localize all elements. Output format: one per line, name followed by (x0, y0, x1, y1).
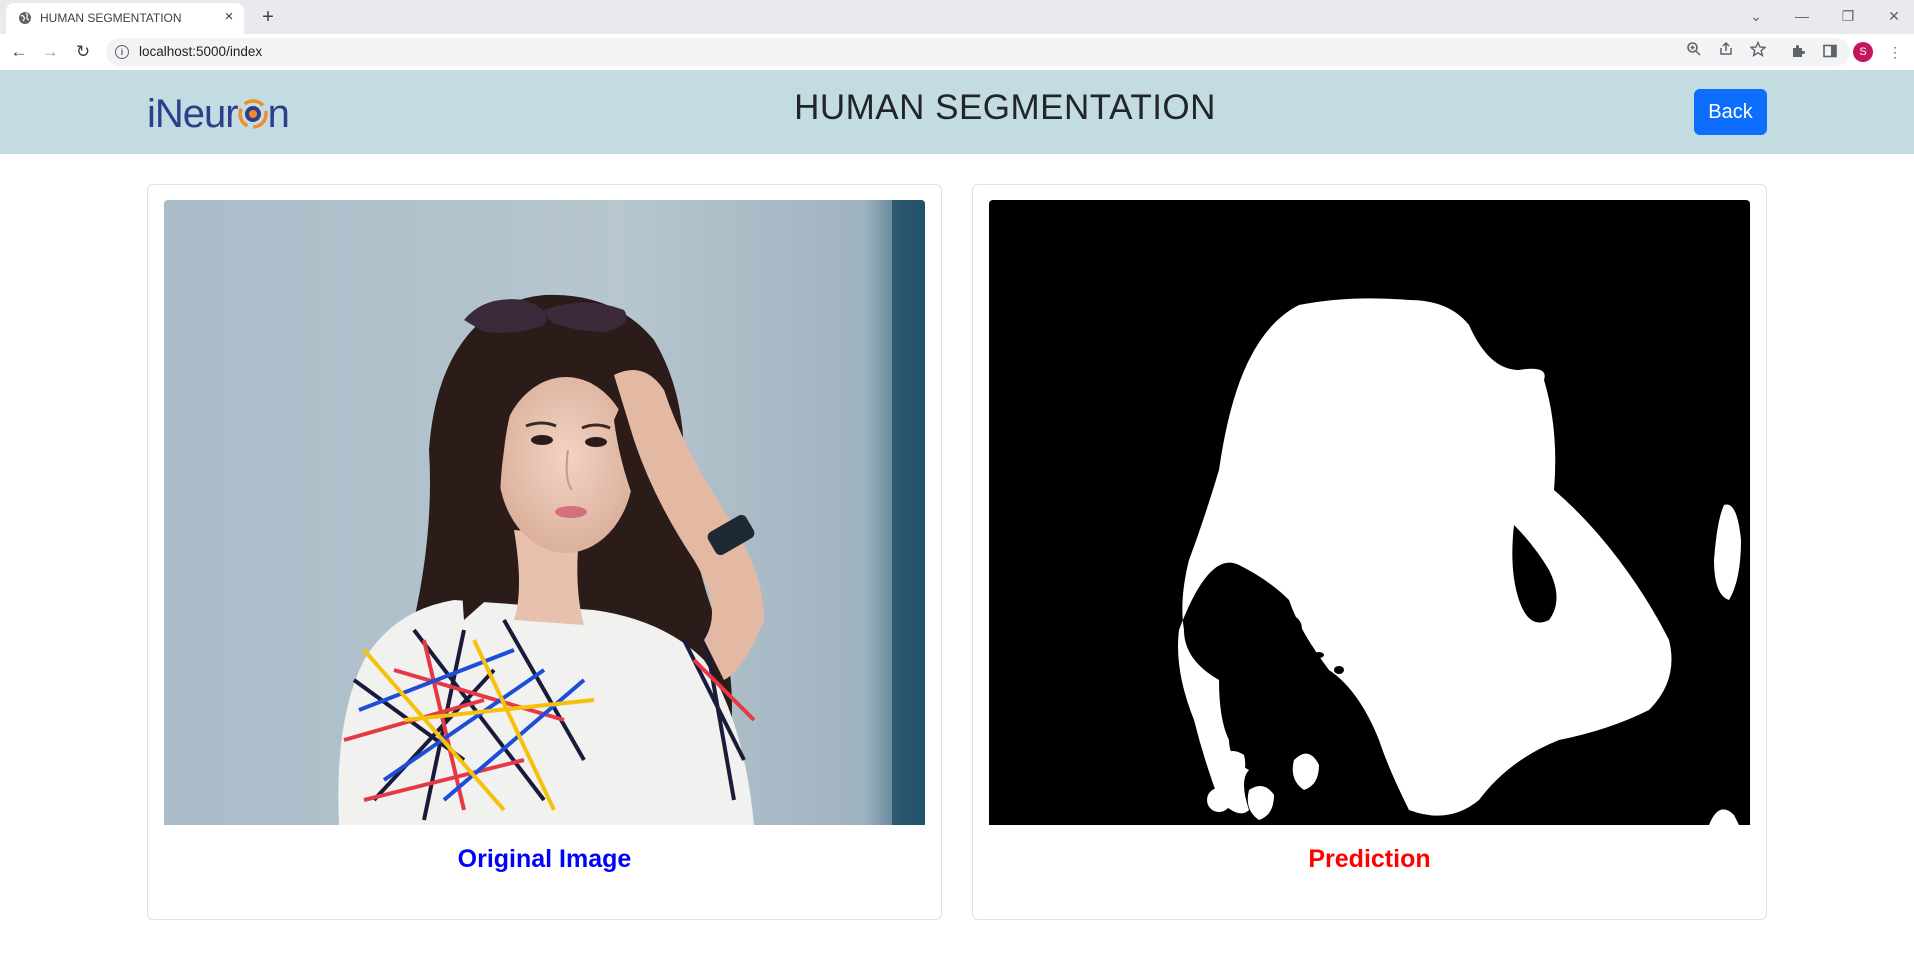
menu-icon[interactable]: ⋮ (1886, 43, 1904, 61)
tab-close-icon[interactable]: × (220, 8, 238, 26)
prediction-card: Prediction (972, 184, 1767, 920)
info-icon[interactable]: i (115, 45, 129, 59)
original-image-card: Original Image (147, 184, 942, 920)
zoom-icon[interactable] (1685, 41, 1703, 59)
profile-avatar[interactable]: S (1853, 42, 1873, 62)
back-button[interactable]: Back (1694, 89, 1767, 135)
forward-arrow-icon[interactable]: → (39, 41, 61, 63)
globe-icon (19, 12, 31, 24)
site-header: iNeur n HUMAN SEGMENTATION Back (0, 70, 1914, 154)
prediction-mask-image (989, 200, 1750, 825)
reload-icon[interactable]: ↻ (72, 41, 94, 63)
page-title: HUMAN SEGMENTATION (794, 88, 1216, 127)
original-image (164, 200, 925, 825)
url-text[interactable]: localhost:5000/index (139, 44, 262, 59)
new-tab-button[interactable]: + (256, 6, 280, 28)
side-panel-icon[interactable] (1821, 43, 1839, 61)
browser-toolbar: ← → ↻ i localhost:5000/index S ⋮ (0, 34, 1914, 71)
star-icon[interactable] (1749, 40, 1767, 59)
tab-search-icon[interactable]: ⌄ (1736, 4, 1776, 28)
address-bar[interactable]: i localhost:5000/index (106, 38, 1850, 66)
share-icon[interactable] (1717, 41, 1735, 59)
browser-tab[interactable]: HUMAN SEGMENTATION × (6, 3, 244, 34)
prediction-caption: Prediction (1308, 845, 1431, 873)
original-image-caption: Original Image (457, 845, 632, 873)
restore-icon[interactable]: ❐ (1828, 4, 1868, 28)
extensions-icon[interactable] (1789, 43, 1807, 61)
minimize-icon[interactable]: — (1782, 4, 1822, 28)
tab-title: HUMAN SEGMENTATION (40, 11, 182, 25)
back-arrow-icon[interactable]: ← (8, 41, 30, 63)
browser-tabstrip: HUMAN SEGMENTATION × + ⌄ — ❐ ✕ (0, 0, 1914, 34)
close-window-icon[interactable]: ✕ (1874, 4, 1914, 28)
